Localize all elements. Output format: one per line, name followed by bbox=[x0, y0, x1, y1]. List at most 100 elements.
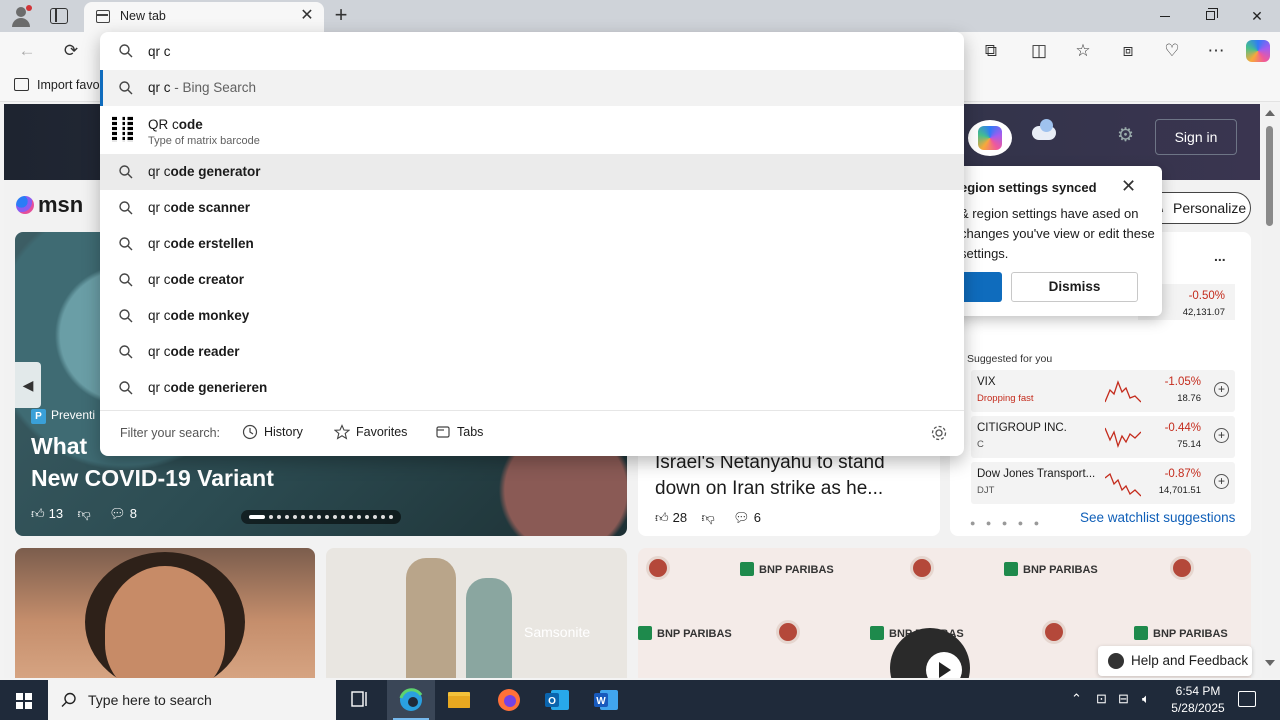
watchlist-pager-dots[interactable]: ● ● ● ● ● bbox=[970, 518, 1043, 528]
word-icon[interactable]: W bbox=[582, 680, 630, 720]
windows-start-button[interactable] bbox=[0, 680, 48, 720]
dislike-icon[interactable]: 👎︎ bbox=[702, 510, 715, 526]
network-icon[interactable]: ⊟ bbox=[1118, 691, 1129, 707]
filter-tabs-button[interactable]: Tabs bbox=[435, 424, 483, 440]
see-watchlist-suggestions-link[interactable]: See watchlist suggestions bbox=[1080, 510, 1235, 525]
notification-center-icon[interactable] bbox=[1238, 691, 1256, 707]
tab-new-tab[interactable]: New tab ✕ bbox=[84, 2, 324, 32]
help-feedback-button[interactable]: Help and Feedback bbox=[1098, 646, 1252, 676]
copilot-icon[interactable] bbox=[1246, 40, 1270, 62]
entity-subtitle: Type of matrix barcode bbox=[148, 135, 260, 147]
taskbar-clock[interactable]: 6:54 PM 5/28/2025 bbox=[1164, 683, 1232, 717]
import-favorites-label: Import favo bbox=[37, 78, 100, 92]
news-title[interactable]: Israel's Netanyahu to stand down on Iran… bbox=[655, 450, 925, 502]
minimize-button[interactable] bbox=[1142, 0, 1188, 32]
firefox-icon[interactable] bbox=[485, 680, 533, 720]
weather-icon[interactable] bbox=[1032, 119, 1056, 140]
ad-card-samsonite[interactable]: Samsonite bbox=[326, 548, 627, 678]
scroll-thumb[interactable] bbox=[1266, 126, 1273, 226]
suggestion-item[interactable]: qr code monkey bbox=[100, 298, 964, 334]
more-menu-icon[interactable]: ⋯ bbox=[1205, 40, 1227, 62]
news-card-netanyahu[interactable]: Israel's Netanyahu to stand down on Iran… bbox=[638, 444, 940, 536]
suggestion-bing-search[interactable]: qr c - Bing Search bbox=[100, 70, 964, 106]
carousel-prev-button[interactable]: ◀ bbox=[15, 362, 41, 408]
address-bar[interactable]: qr c bbox=[100, 32, 964, 70]
filter-history-button[interactable]: History bbox=[242, 424, 303, 440]
first-value: 42,131.07 bbox=[1182, 307, 1225, 318]
close-window-button[interactable]: ✕ bbox=[1234, 0, 1280, 32]
watchlist-row[interactable]: VIX Dropping fast -1.05% 18.76 + bbox=[971, 370, 1235, 412]
comment-icon[interactable]: 💬︎ bbox=[109, 506, 126, 522]
search-icon bbox=[119, 273, 133, 287]
watchlist-row[interactable]: CITIGROUP INC. C -0.44% 75.14 + bbox=[971, 416, 1235, 458]
scroll-up-arrow[interactable] bbox=[1265, 110, 1275, 116]
suggestion-item[interactable]: qr code creator bbox=[100, 262, 964, 298]
like-icon[interactable]: 👍︎ bbox=[655, 510, 669, 526]
back-icon[interactable]: ← bbox=[16, 40, 38, 62]
refresh-icon[interactable]: ⟳ bbox=[60, 40, 82, 62]
collections-icon[interactable]: ⧈ bbox=[1117, 40, 1139, 62]
new-tab-button[interactable]: + bbox=[330, 4, 352, 26]
file-explorer-icon[interactable] bbox=[435, 680, 483, 720]
performance-icon[interactable]: ♡ bbox=[1161, 40, 1183, 62]
suggestion-item[interactable]: qr code erstellen bbox=[100, 226, 964, 262]
stock-name: Dow Jones Transport... bbox=[977, 468, 1096, 480]
news-card-portrait[interactable] bbox=[15, 548, 315, 678]
hero-stats: 👍︎ 13 👎︎ 💬︎ 8 bbox=[31, 506, 137, 522]
carousel-dots[interactable] bbox=[241, 510, 401, 524]
msn-flower-icon bbox=[16, 196, 34, 214]
filter-favorites-button[interactable]: Favorites bbox=[334, 424, 407, 440]
tray-app-icon[interactable]: ⊡ bbox=[1096, 691, 1107, 707]
tab-actions-icon[interactable] bbox=[50, 8, 68, 24]
svg-text:O: O bbox=[548, 696, 556, 707]
like-icon[interactable]: 👍︎ bbox=[31, 506, 45, 522]
copilot-logo-icon[interactable] bbox=[968, 120, 1012, 156]
edge-taskbar-icon[interactable] bbox=[387, 680, 435, 720]
dislike-icon[interactable]: 👎︎ bbox=[78, 506, 91, 522]
sign-in-button[interactable]: Sign in bbox=[1155, 119, 1237, 155]
split-screen-icon[interactable]: ◫ bbox=[1028, 40, 1050, 62]
hero-comments: 8 bbox=[129, 506, 137, 521]
page-scrollbar[interactable] bbox=[1262, 104, 1280, 678]
news-likes: 28 bbox=[672, 510, 688, 525]
import-icon bbox=[14, 78, 29, 91]
tray-chevron-icon[interactable]: ⌃ bbox=[1071, 691, 1082, 707]
restore-button[interactable] bbox=[1188, 0, 1234, 32]
search-icon bbox=[119, 44, 133, 58]
tabs-icon bbox=[436, 426, 450, 438]
task-view-icon[interactable] bbox=[336, 680, 384, 720]
hero-likes: 13 bbox=[48, 506, 64, 521]
suggestion-item[interactable]: qr code reader bbox=[100, 334, 964, 370]
watchlist-row[interactable]: Dow Jones Transport... DJT -0.87% 14,701… bbox=[971, 462, 1235, 504]
address-input[interactable]: qr c bbox=[148, 44, 171, 59]
scroll-down-arrow[interactable] bbox=[1265, 660, 1275, 666]
settings-gear-icon[interactable]: ⚙ bbox=[1117, 126, 1137, 146]
bnp-logo: BNP PARIBAS bbox=[1004, 562, 1098, 576]
star-icon bbox=[334, 424, 350, 440]
volume-icon[interactable]: 🔈︎ bbox=[1142, 691, 1150, 707]
gear-icon[interactable] bbox=[930, 424, 948, 442]
add-to-watchlist-button[interactable]: + bbox=[1214, 474, 1229, 489]
suggestion-qr-code-entity[interactable]: QR code Type of matrix barcode bbox=[100, 108, 964, 154]
suggestion-item[interactable]: qr code scanner bbox=[100, 190, 964, 226]
search-icon bbox=[119, 81, 133, 95]
search-icon bbox=[119, 165, 133, 179]
close-tab-button[interactable]: ✕ bbox=[298, 7, 316, 25]
msn-logo[interactable]: msn bbox=[16, 192, 83, 220]
add-to-watchlist-button[interactable]: + bbox=[1214, 428, 1229, 443]
comment-icon[interactable]: 💬︎ bbox=[733, 510, 750, 526]
add-to-watchlist-button[interactable]: + bbox=[1214, 382, 1229, 397]
profile-icon[interactable] bbox=[8, 4, 34, 28]
favorites-star-icon[interactable]: ☆ bbox=[1072, 40, 1094, 62]
suggestion-item[interactable]: qr code generator bbox=[100, 154, 964, 190]
taskbar-search-box[interactable]: Type here to search bbox=[48, 680, 336, 720]
close-popup-button[interactable]: ✕ bbox=[1121, 176, 1136, 197]
bnp-logo: BNP PARIBAS bbox=[638, 626, 732, 640]
dismiss-button[interactable]: Dismiss bbox=[1011, 272, 1138, 302]
watchlist-more-button[interactable]: ... bbox=[1214, 248, 1226, 264]
taskbar: Type here to search O W ⌃ ⊡ ⊟ 🔈︎ 6:54 PM… bbox=[0, 680, 1280, 720]
suggestion-item[interactable]: qr code generieren bbox=[100, 370, 964, 406]
import-favorites-link[interactable]: Import favo bbox=[14, 78, 100, 92]
extensions-icon[interactable]: ⧉ bbox=[980, 40, 1002, 62]
outlook-icon[interactable]: O bbox=[533, 680, 581, 720]
